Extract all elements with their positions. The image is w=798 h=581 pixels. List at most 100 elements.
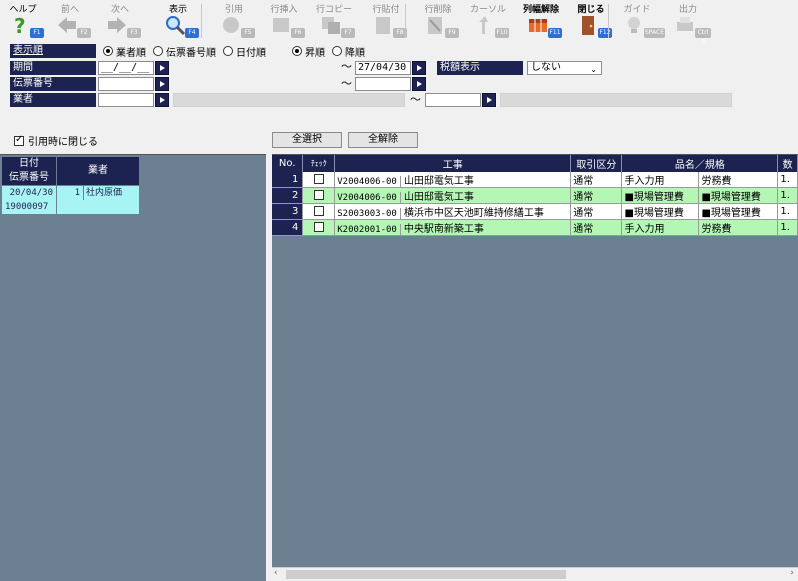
toolbar-button-f8[interactable]: 行貼付 F8 xyxy=(363,0,409,40)
slip-number-from-input[interactable] xyxy=(98,77,154,91)
radio-dot xyxy=(103,46,113,56)
slip-list-header-date: 日付 xyxy=(2,157,56,171)
period-label: 期間 xyxy=(10,61,96,75)
grid-cell-check[interactable] xyxy=(302,219,336,236)
toolbar-button-f5[interactable]: 引用 F5 xyxy=(211,0,257,40)
project-name: 山田邸電気工事 xyxy=(403,176,474,187)
grid-cell-spec: ■現場管理費 xyxy=(698,187,779,204)
toolbar-button-f2[interactable]: 前へ F2 xyxy=(47,0,93,40)
slip-number-from-picker-button[interactable] xyxy=(155,77,169,91)
select-all-button[interactable]: 全選択 xyxy=(272,132,342,148)
order-radio-2[interactable]: 日付順 xyxy=(223,44,266,59)
function-key-badge: Ctrl P xyxy=(695,28,711,46)
period-tilde: ～ xyxy=(341,60,352,73)
table-row[interactable]: 4 K2002001-00 中央駅南新築工事 通常 手入力用 労務費 1. xyxy=(272,219,798,236)
period-from-input[interactable]: __/__/__ xyxy=(98,61,154,75)
project-name: 横浜市中区天池町維持修繕工事 xyxy=(403,208,544,219)
radio-label: 降順 xyxy=(345,47,365,59)
toolbar-separator xyxy=(608,4,609,38)
grid-cell-no: 3 xyxy=(272,203,304,220)
vendor-to-picker-button[interactable] xyxy=(482,93,496,107)
vendor-to-name-display xyxy=(500,93,732,107)
project-code: K2002001-00 xyxy=(337,225,397,235)
radio-dot xyxy=(223,46,233,56)
slip-list-vendor-number: 1 xyxy=(57,186,83,200)
slip-number-to-input[interactable] xyxy=(355,77,411,91)
table-row[interactable]: 2 V2004006-00 山田邸電気工事 通常 ■現場管理費 ■現場管理費 1. xyxy=(272,187,798,204)
column-width-icon xyxy=(527,14,549,36)
vendor-label: 業者 xyxy=(10,93,96,107)
deselect-all-button[interactable]: 全解除 xyxy=(348,132,418,148)
lightbulb-icon xyxy=(623,14,645,36)
toolbar-button-f9[interactable]: 行削除 F9 xyxy=(415,0,461,40)
row-checkbox[interactable] xyxy=(313,190,324,200)
period-to-input[interactable]: 27/04/30 xyxy=(355,61,411,75)
direction-radio-0[interactable]: 昇順 xyxy=(292,44,325,59)
toolbar-button-f7[interactable]: 行コピー F7 xyxy=(311,0,357,40)
vendor-from-input[interactable] xyxy=(98,93,154,107)
close-on-quote-checkbox-row[interactable]: 引用時に閉じる xyxy=(14,133,98,148)
grid-header-check: ﾁｪｯｸ xyxy=(302,155,336,172)
row-checkbox[interactable] xyxy=(313,174,324,184)
slip-list-header-vendor: 業者 xyxy=(57,157,139,185)
toolbar-button-f11[interactable]: 列幅解除 F11 xyxy=(518,0,564,40)
radio-label: 日付順 xyxy=(236,47,266,59)
toolbar-button-f1[interactable]: ヘルプ? F1 xyxy=(0,0,46,40)
toolbar-separator xyxy=(405,4,406,38)
scroll-right-icon[interactable]: › xyxy=(790,568,794,578)
toolbar-button-f4[interactable]: 表示 F4 xyxy=(155,0,201,40)
toolbar-button-f6[interactable]: 行挿入 F6 xyxy=(261,0,307,40)
grid-cell-kubun: 通常 xyxy=(570,172,623,188)
output-icon xyxy=(674,14,696,36)
close-on-quote-label: 引用時に閉じる xyxy=(28,137,98,148)
period-from-picker-button[interactable] xyxy=(155,61,169,75)
order-radio-1[interactable]: 伝票番号順 xyxy=(153,44,216,59)
grid-cell-check[interactable] xyxy=(302,187,336,204)
row-checkbox[interactable] xyxy=(313,206,324,216)
toolbar-button-f10[interactable]: カーソル F10 xyxy=(465,0,511,40)
tax-select[interactable]: しない ⌄ xyxy=(527,61,602,75)
quote-icon xyxy=(220,14,242,36)
toolbar-button-ctrl-p[interactable]: 出力 Ctrl P xyxy=(665,0,711,46)
detail-grid: No. ﾁｪｯｸ 工事 取引区分 品名／規格 数 1 V2004006-00 山田邸… xyxy=(272,155,798,236)
slip-number-to-picker-button[interactable] xyxy=(412,77,426,91)
magnifier-icon xyxy=(164,14,186,36)
scroll-left-icon[interactable]: ‹ xyxy=(274,568,278,578)
slip-list-vendor-sub xyxy=(57,200,139,214)
project-code: S2003003-00 xyxy=(337,209,397,219)
slip-number-label: 伝票番号 xyxy=(10,77,96,91)
tax-label: 税額表示 xyxy=(437,61,523,75)
function-key-badge: F3 xyxy=(127,28,141,38)
project-code: V2004006-00 xyxy=(337,193,397,203)
row-checkbox[interactable] xyxy=(313,222,324,232)
grid-cell-check[interactable] xyxy=(302,172,336,188)
table-row[interactable]: 1 V2004006-00 山田邸電気工事 通常 手入力用 労務費 1. xyxy=(272,172,798,188)
direction-radio-1[interactable]: 降順 xyxy=(332,44,365,59)
order-label: 表示順 xyxy=(10,44,96,58)
grid-cell-check[interactable] xyxy=(302,203,336,220)
grid-header-item: 品名／規格 xyxy=(621,155,779,172)
scrollbar-thumb[interactable] xyxy=(286,570,566,579)
help-icon: ? xyxy=(9,14,31,38)
grid-horizontal-scrollbar[interactable]: ‹ › xyxy=(272,567,798,581)
grid-cell-qty: 1. xyxy=(777,187,798,204)
table-row[interactable]: 3 S2003003-00 横浜市中区天池町維持修繕工事 通常 ■現場管理費 ■現場管理費… xyxy=(272,203,798,220)
function-key-badge: F9 xyxy=(445,28,459,38)
period-to-picker-button[interactable] xyxy=(412,61,426,75)
arrow-left-icon xyxy=(56,14,78,36)
vendor-from-picker-button[interactable] xyxy=(155,93,169,107)
order-radio-0[interactable]: 業者順 xyxy=(103,44,146,59)
vendor-to-input[interactable] xyxy=(425,93,481,107)
slip-list-date: 20/04/30 xyxy=(2,186,56,200)
vendor-from-name-display xyxy=(173,93,405,107)
close-on-quote-checkbox[interactable] xyxy=(14,134,24,146)
slip-tilde: ～ xyxy=(341,77,352,90)
toolbar-button-space[interactable]: ガイド SPACE xyxy=(614,0,666,40)
door-icon xyxy=(577,14,599,36)
direction-radio-group: 昇順 降順 xyxy=(292,44,372,59)
grid-cell-item-name: 手入力用 xyxy=(621,219,700,236)
toolbar-button-f3[interactable]: 次へ F3 xyxy=(97,0,143,40)
function-key-badge: F12 xyxy=(598,28,612,38)
grid-cell-project: V2004006-00 山田邸電気工事 xyxy=(334,187,572,204)
radio-dot xyxy=(332,46,342,56)
